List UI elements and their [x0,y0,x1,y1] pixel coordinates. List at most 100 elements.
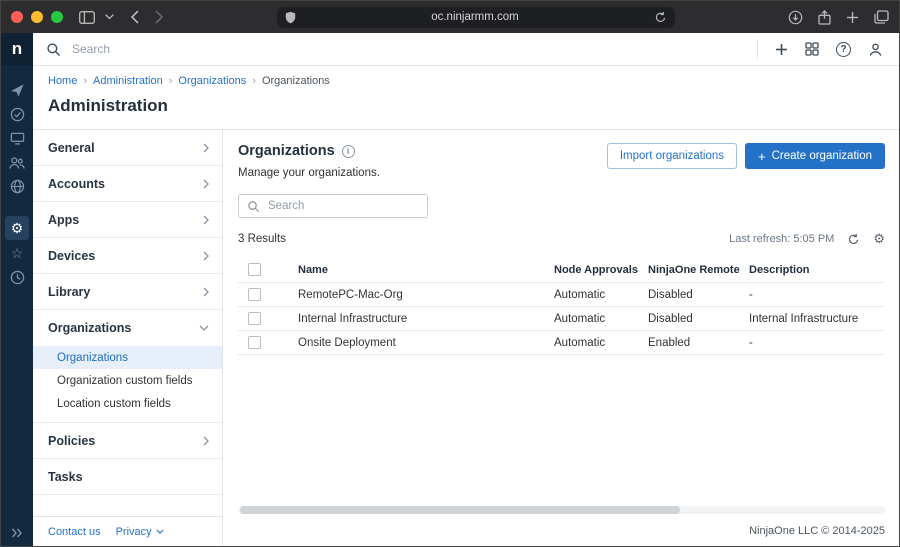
chevron-down-icon[interactable] [105,14,114,20]
app-top-bar: ? [33,33,899,66]
new-tab-icon[interactable] [846,11,859,24]
user-icon[interactable] [868,42,883,57]
table-row[interactable]: RemotePC-Mac-Org Automatic Disabled - [238,283,885,307]
admin-sidebar: General Accounts Apps Devices [33,130,223,546]
node-approvals-value: Automatic [554,337,648,349]
breadcrumb-separator: › [169,75,173,87]
table-row[interactable]: Onsite Deployment Automatic Enabled - [238,331,885,355]
sidebar-item-organizations[interactable]: Organizations [33,310,222,346]
add-icon[interactable] [775,43,788,56]
sidebar-item-label: Devices [48,249,95,263]
sidebar-item-devices[interactable]: Devices [33,238,222,274]
window-controls [11,11,63,23]
icon-rail: n ⚙ ☆ [1,33,33,546]
paper-plane-icon[interactable] [5,80,29,101]
select-all-checkbox[interactable] [248,263,261,276]
section-title: Organizations [238,143,335,159]
sidebar-subitem-organizations[interactable]: Organizations [33,346,222,369]
downloads-icon[interactable] [788,10,803,25]
zoom-window-button[interactable] [51,11,63,23]
breadcrumb-separator: › [252,75,256,87]
contact-us-link[interactable]: Contact us [48,526,101,538]
sidebar-item-policies[interactable]: Policies [33,423,222,459]
row-checkbox[interactable] [248,288,261,301]
info-icon[interactable]: i [342,145,355,158]
global-search[interactable] [46,41,350,57]
expand-icon[interactable] [11,528,23,538]
column-header-node-approvals[interactable]: Node Approvals [554,264,648,276]
chevron-right-icon [203,143,209,153]
globe-icon[interactable] [5,176,29,197]
org-name[interactable]: Onsite Deployment [282,337,554,349]
row-checkbox[interactable] [248,336,261,349]
chevron-down-icon [199,325,209,331]
sidebar-toggle-icon[interactable] [79,11,95,24]
ninjaone-logo[interactable]: n [1,33,33,65]
sidebar-item-tasks[interactable]: Tasks [33,459,222,495]
import-organizations-button[interactable]: Import organizations [607,143,737,169]
column-header-description[interactable]: Description [749,264,885,276]
sidebar-item-accounts[interactable]: Accounts [33,166,222,202]
tabs-overview-icon[interactable] [874,10,889,24]
shield-icon[interactable] [285,11,296,24]
organizations-search[interactable] [238,194,428,218]
row-checkbox[interactable] [248,312,261,325]
org-name[interactable]: Internal Infrastructure [282,313,554,325]
back-button[interactable] [130,10,139,24]
history-icon[interactable] [5,267,29,288]
breadcrumb-organizations[interactable]: Organizations [178,75,246,87]
organizations-submenu: Organizations Organization custom fields… [33,346,222,423]
create-organization-label: Create organization [772,150,872,162]
chevron-right-icon [203,179,209,189]
privacy-link[interactable]: Privacy [116,526,164,538]
group-icon[interactable] [5,152,29,173]
minimize-window-button[interactable] [31,11,43,23]
refresh-icon[interactable] [847,233,860,246]
chevron-right-icon [203,251,209,261]
reload-icon[interactable] [654,11,667,24]
global-search-input[interactable] [70,41,350,57]
browser-chrome: oc.ninjarmm.com [1,1,899,33]
node-approvals-value: Automatic [554,289,648,301]
sidebar-item-label: General [48,141,95,155]
scrollbar-thumb[interactable] [240,506,680,514]
chrome-right-icons [788,10,889,25]
column-header-ninjaone-remote[interactable]: NinjaOne Remote [648,264,749,276]
forward-button[interactable] [155,10,164,24]
create-organization-button[interactable]: + Create organization [745,143,885,169]
sidebar-subitem-organization-custom-fields[interactable]: Organization custom fields [33,369,222,392]
sidebar-item-general[interactable]: General [33,130,222,166]
column-header-name[interactable]: Name [282,264,554,276]
sidebar-item-label: Policies [48,434,95,448]
help-icon[interactable]: ? [836,42,851,57]
scrollbar-track[interactable] [238,506,885,514]
description-value: - [749,289,885,301]
table-settings-gear-icon[interactable]: ⚙ [873,231,885,247]
table-row[interactable]: Internal Infrastructure Automatic Disabl… [238,307,885,331]
sidebar-item-library[interactable]: Library [33,274,222,310]
breadcrumb-home[interactable]: Home [48,75,77,87]
apps-grid-icon[interactable] [805,42,819,56]
app-bar-actions: ? [757,39,883,59]
sidebar-item-label: Organizations [48,321,131,335]
gear-icon[interactable]: ⚙ [5,216,29,240]
divider [757,39,758,59]
remote-value: Disabled [648,289,749,301]
copyright-text: NinjaOne LLC © 2014-2025 [749,525,885,537]
monitor-icon[interactable] [5,128,29,149]
star-icon[interactable]: ☆ [5,243,29,264]
check-circle-icon[interactable] [5,104,29,125]
section-subtitle: Manage your organizations. [238,167,380,179]
organizations-search-input[interactable] [266,199,419,213]
share-icon[interactable] [818,10,831,25]
org-name[interactable]: RemotePC-Mac-Org [282,289,554,301]
breadcrumb-administration[interactable]: Administration [93,75,163,87]
address-bar[interactable]: oc.ninjarmm.com [277,7,675,28]
breadcrumb-separator: › [83,75,87,87]
node-approvals-value: Automatic [554,313,648,325]
main-content: Organizations i Manage your organization… [223,130,899,546]
sidebar-subitem-location-custom-fields[interactable]: Location custom fields [33,392,222,415]
sidebar-item-apps[interactable]: Apps [33,202,222,238]
close-window-button[interactable] [11,11,23,23]
url-text: oc.ninjarmm.com [296,11,654,23]
